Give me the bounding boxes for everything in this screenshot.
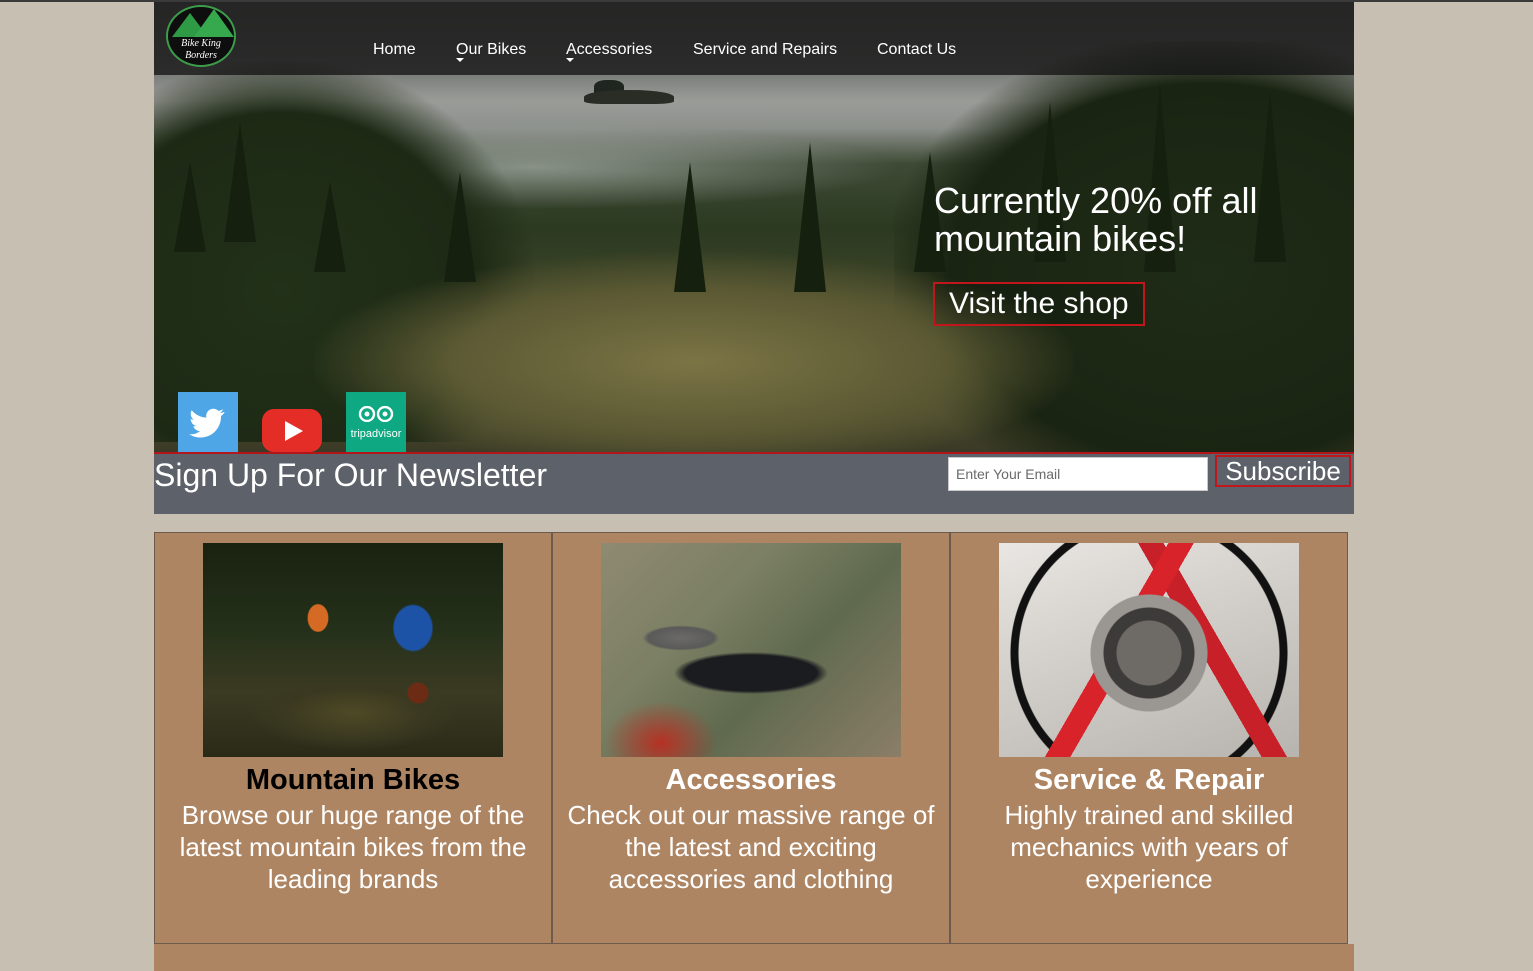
card-title: Service & Repair bbox=[1033, 764, 1265, 796]
page: Bike King Borders Home Our Bikes Accesso… bbox=[154, 2, 1354, 971]
youtube-icon[interactable] bbox=[262, 409, 322, 452]
service-repair-image[interactable] bbox=[999, 543, 1299, 757]
card-service-repair[interactable]: Service & Repair Highly trained and skil… bbox=[950, 532, 1348, 944]
newsletter-bar: Sign Up For Our Newsletter Subscribe bbox=[154, 452, 1354, 514]
hero-tree bbox=[794, 142, 826, 292]
chevron-down-icon[interactable] bbox=[566, 58, 574, 62]
play-icon bbox=[285, 421, 303, 441]
promo-headline: Currently 20% off all mountain bikes! bbox=[934, 180, 1258, 259]
hero-island bbox=[584, 90, 674, 104]
newsletter-title: Sign Up For Our Newsletter bbox=[154, 457, 548, 493]
nav-service-repairs[interactable]: Service and Repairs bbox=[693, 41, 837, 59]
twitter-icon[interactable] bbox=[178, 392, 238, 452]
card-description: Browse our huge range of the latest moun… bbox=[179, 800, 527, 894]
hero-tree bbox=[444, 172, 476, 282]
hero-tree bbox=[314, 182, 346, 272]
tripadvisor-label: tripadvisor bbox=[350, 428, 402, 440]
logo-line-1: Bike King bbox=[181, 38, 221, 49]
card-description: Highly trained and skilled mechanics wit… bbox=[1004, 800, 1294, 894]
mountain-bikes-image[interactable] bbox=[203, 543, 503, 757]
hero-tree bbox=[224, 122, 256, 242]
logo-mountain-icon bbox=[194, 9, 234, 37]
card-description: Check out our massive range of the lates… bbox=[567, 800, 935, 894]
card-title: Accessories bbox=[665, 764, 837, 796]
logo-text: Bike King Borders bbox=[168, 38, 234, 62]
logo-line-2: Borders bbox=[185, 50, 217, 61]
nav-our-bikes[interactable]: Our Bikes bbox=[456, 41, 526, 59]
subscribe-button[interactable]: Subscribe bbox=[1215, 455, 1351, 487]
hero-tree bbox=[174, 162, 206, 252]
visit-shop-button[interactable]: Visit the shop bbox=[933, 282, 1145, 326]
card-title: Mountain Bikes bbox=[245, 764, 461, 796]
brand-logo[interactable]: Bike King Borders bbox=[166, 5, 236, 67]
hero-banner: Bike King Borders Home Our Bikes Accesso… bbox=[154, 2, 1354, 452]
bottom-section bbox=[154, 944, 1354, 971]
accessories-image[interactable] bbox=[601, 543, 901, 757]
chevron-down-icon[interactable] bbox=[456, 58, 464, 62]
nav-contact-us[interactable]: Contact Us bbox=[877, 41, 956, 59]
twitter-bird-icon bbox=[189, 408, 225, 438]
email-field[interactable] bbox=[948, 457, 1208, 491]
owl-eyes-icon bbox=[358, 406, 394, 422]
top-navbar: Bike King Borders Home Our Bikes Accesso… bbox=[154, 2, 1354, 75]
tripadvisor-icon[interactable]: tripadvisor bbox=[346, 392, 406, 452]
card-mountain-bikes[interactable]: Mountain Bikes Browse our huge range of … bbox=[154, 532, 552, 944]
nav-home[interactable]: Home bbox=[373, 41, 416, 59]
card-accessories[interactable]: Accessories Check out our massive range … bbox=[552, 532, 950, 944]
hero-tree bbox=[674, 162, 706, 292]
nav-accessories[interactable]: Accessories bbox=[566, 41, 652, 59]
